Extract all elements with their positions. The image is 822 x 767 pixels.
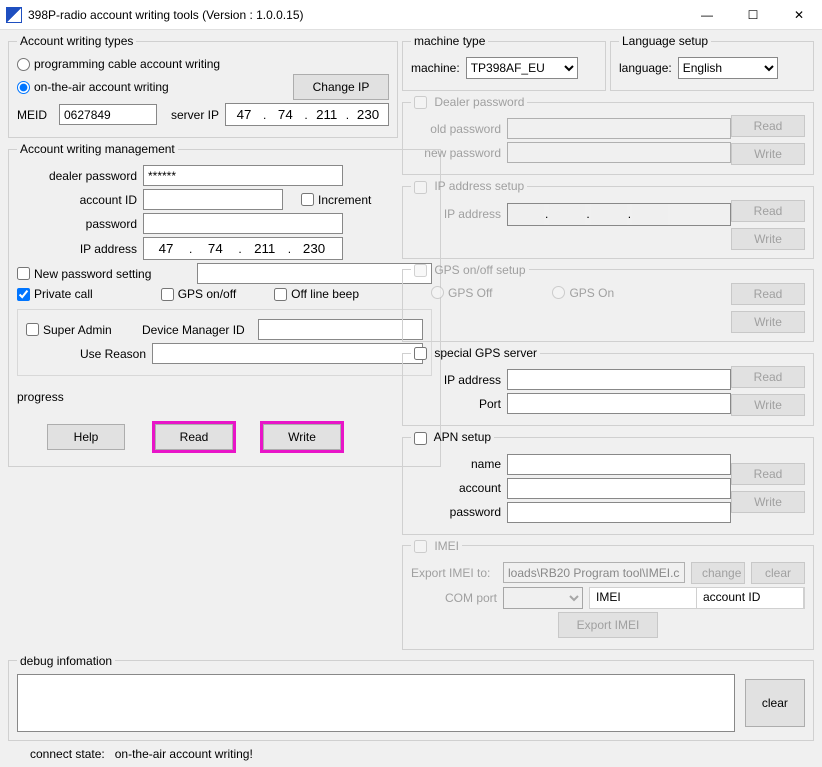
dealer-pw-box: Dealer password old password new passwor… [402, 95, 814, 175]
status-label: connect state: [30, 747, 105, 761]
apn-name-input[interactable] [507, 454, 731, 475]
language-legend: Language setup [619, 34, 711, 48]
ip-read-button: Read [731, 200, 805, 222]
account-id-label: account ID [17, 193, 137, 207]
apn-account-input[interactable] [507, 478, 731, 499]
new-password-input2 [507, 142, 731, 163]
machine-select[interactable]: TP398AF_EU [466, 57, 578, 79]
old-password-input [507, 118, 731, 139]
dealer-password-label: dealer password [17, 169, 137, 183]
comport-select [503, 587, 583, 609]
apn-write-button: Write [731, 491, 805, 513]
special-gps-box: special GPS server IP address Port Read … [402, 346, 814, 426]
gps-off-radio: GPS Off [431, 286, 492, 300]
debug-legend: debug infomation [17, 654, 115, 668]
imei-path-input [503, 562, 685, 583]
dealer-password-input[interactable] [143, 165, 343, 186]
new-password-checkbox[interactable]: New password setting [17, 267, 191, 281]
app-icon [6, 7, 22, 23]
offline-beep-checkbox[interactable]: Off line beep [274, 287, 359, 301]
use-reason-label: Use Reason [26, 347, 146, 361]
ip-write-button: Write [731, 228, 805, 250]
read-button[interactable]: Read [155, 424, 233, 450]
dealer-write-button: Write [731, 143, 805, 165]
sg-port-input[interactable] [507, 393, 731, 414]
sg-read-button: Read [731, 366, 805, 388]
titlebar: 398P-radio account writing tools (Versio… [0, 0, 822, 30]
ip-setup-box: IP address setup IP address ... Read Wri… [402, 179, 814, 258]
account-id-input[interactable] [143, 189, 283, 210]
use-reason-input[interactable] [152, 343, 423, 364]
super-admin-checkbox[interactable]: Super Admin [26, 323, 136, 337]
help-button[interactable]: Help [47, 424, 125, 450]
imei-col: IMEI [590, 588, 697, 608]
ip-setup-enable [414, 181, 427, 194]
device-mgr-label: Device Manager ID [142, 323, 252, 337]
gps-write-button: Write [731, 311, 805, 333]
new-password-input[interactable] [197, 263, 432, 284]
sg-ip-input[interactable] [507, 369, 731, 390]
password-label: password [17, 217, 137, 231]
account-col: account ID [697, 588, 804, 608]
sg-write-button: Write [731, 394, 805, 416]
radio-air-writing[interactable]: on-the-air account writing [17, 80, 169, 94]
apn-box: APN setup name account password Read Wri… [402, 430, 814, 534]
language-box: Language setup language: English [610, 34, 814, 91]
language-select[interactable]: English [678, 57, 778, 79]
management-legend: Account writing management [17, 142, 178, 156]
language-label: language: [619, 61, 672, 75]
serverip-input[interactable]: . . . [225, 103, 389, 126]
imei-table: IMEI account ID [589, 587, 805, 609]
export-imei-button: Export IMEI [558, 612, 658, 638]
account-writing-types-legend: Account writing types [17, 34, 136, 48]
account-writing-management: Account writing management dealer passwo… [8, 142, 441, 467]
gps-setup-enable [414, 264, 427, 277]
serverip-label: server IP [163, 108, 219, 122]
radio-cable-writing[interactable]: programming cable account writing [17, 57, 220, 71]
password-input[interactable] [143, 213, 343, 234]
gps-on-radio: GPS On [552, 286, 614, 300]
imei-clear-button: clear [751, 562, 805, 584]
debug-box: debug infomation clear [8, 654, 814, 741]
dealer-read-button: Read [731, 115, 805, 137]
apn-password-input[interactable] [507, 502, 731, 523]
apn-read-button: Read [731, 463, 805, 485]
m-ip-label: IP address [17, 242, 137, 256]
meid-label: MEID [17, 108, 53, 122]
dealer-pw-enable [414, 96, 427, 109]
gps-read-button: Read [731, 283, 805, 305]
private-call-checkbox[interactable]: Private call [17, 287, 93, 301]
status-value: on-the-air account writing! [115, 747, 253, 761]
write-button[interactable]: Write [263, 424, 341, 450]
window-title: 398P-radio account writing tools (Versio… [28, 8, 684, 22]
increment-checkbox[interactable]: Increment [301, 193, 371, 207]
status-row: connect state: on-the-air account writin… [0, 741, 822, 767]
machine-label: machine: [411, 61, 460, 75]
close-button[interactable]: ✕ [776, 0, 822, 30]
imei-box: IMEI Export IMEI to: change clear COM po… [402, 539, 814, 650]
meid-input[interactable] [59, 104, 157, 125]
gps-setup-box: GPS on/off setup GPS Off GPS On Read Wri… [402, 263, 814, 342]
minimize-button[interactable]: — [684, 0, 730, 30]
debug-textarea[interactable] [17, 674, 735, 732]
debug-clear-button[interactable]: clear [745, 679, 805, 727]
special-gps-enable[interactable] [414, 347, 427, 360]
device-mgr-input[interactable] [258, 319, 423, 340]
machine-type-box: machine type machine: TP398AF_EU [402, 34, 606, 91]
progress-label: progress [17, 390, 73, 404]
gps-onoff-checkbox[interactable]: GPS on/off [161, 287, 236, 301]
machine-type-legend: machine type [411, 34, 488, 48]
maximize-button[interactable]: ☐ [730, 0, 776, 30]
imei-enable [414, 540, 427, 553]
change-ip-button[interactable]: Change IP [293, 74, 389, 100]
m-ip-input[interactable]: . . . [143, 237, 343, 260]
imei-change-button: change [691, 562, 745, 584]
admin-box: Super Admin Device Manager ID Use Reason [17, 309, 432, 376]
apn-enable[interactable] [414, 432, 427, 445]
ip-setup-input: ... [507, 203, 731, 226]
account-writing-types: Account writing types programming cable … [8, 34, 398, 138]
